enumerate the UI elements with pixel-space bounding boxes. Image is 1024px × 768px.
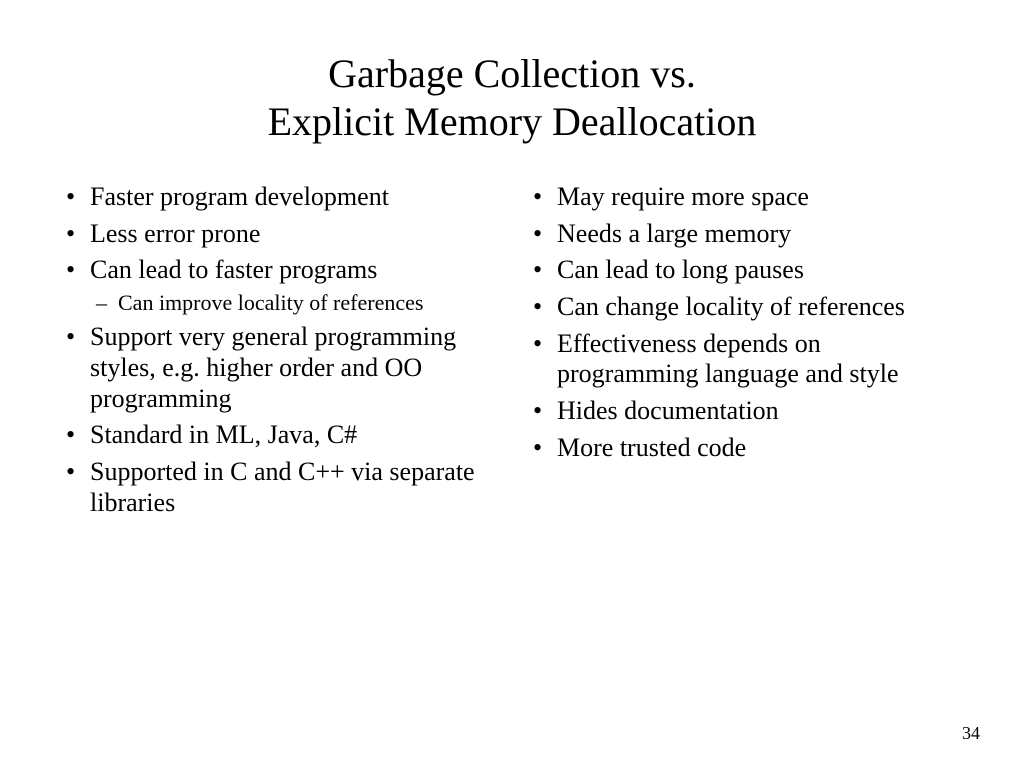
right-list: May require more space Needs a large mem… [527,182,964,463]
list-item: Effectiveness depends on programming lan… [527,329,964,390]
title-line-1: Garbage Collection vs. [328,51,696,96]
list-item: Less error prone [60,219,497,250]
list-item: Standard in ML, Java, C# [60,420,497,451]
list-item-text: Can change locality of references [557,292,905,321]
left-column: Faster program development Less error pr… [60,182,497,728]
list-item-text: More trusted code [557,433,746,462]
list-item: Support very general programming styles,… [60,322,497,414]
right-column: May require more space Needs a large mem… [527,182,964,728]
list-item: May require more space [527,182,964,213]
list-item-text: Less error prone [90,219,260,248]
list-item-text: Supported in C and C++ via separate libr… [90,457,475,517]
left-list: Faster program development Less error pr… [60,182,497,518]
list-item-text: May require more space [557,182,809,211]
slide-title: Garbage Collection vs. Explicit Memory D… [60,50,964,146]
list-item: Can change locality of references [527,292,964,323]
list-item: Needs a large memory [527,219,964,250]
sub-list-item-text: Can improve locality of references [118,290,423,315]
sub-list-item: Can improve locality of references [90,290,497,316]
list-item-text: Standard in ML, Java, C# [90,420,357,449]
list-item: Hides documentation [527,396,964,427]
list-item: More trusted code [527,433,964,464]
list-item-text: Hides documentation [557,396,779,425]
list-item: Can lead to long pauses [527,255,964,286]
sub-list: Can improve locality of references [90,290,497,316]
list-item: Supported in C and C++ via separate libr… [60,457,497,518]
list-item: Faster program development [60,182,497,213]
list-item-text: Can lead to long pauses [557,255,804,284]
list-item: Can lead to faster programs Can improve … [60,255,497,316]
title-line-2: Explicit Memory Deallocation [268,99,757,144]
list-item-text: Effectiveness depends on programming lan… [557,329,899,389]
list-item-text: Needs a large memory [557,219,791,248]
list-item-text: Support very general programming styles,… [90,322,456,412]
page-number: 34 [962,723,980,744]
list-item-text: Can lead to faster programs [90,255,377,284]
list-item-text: Faster program development [90,182,389,211]
content-columns: Faster program development Less error pr… [60,182,964,728]
slide: Garbage Collection vs. Explicit Memory D… [0,0,1024,768]
